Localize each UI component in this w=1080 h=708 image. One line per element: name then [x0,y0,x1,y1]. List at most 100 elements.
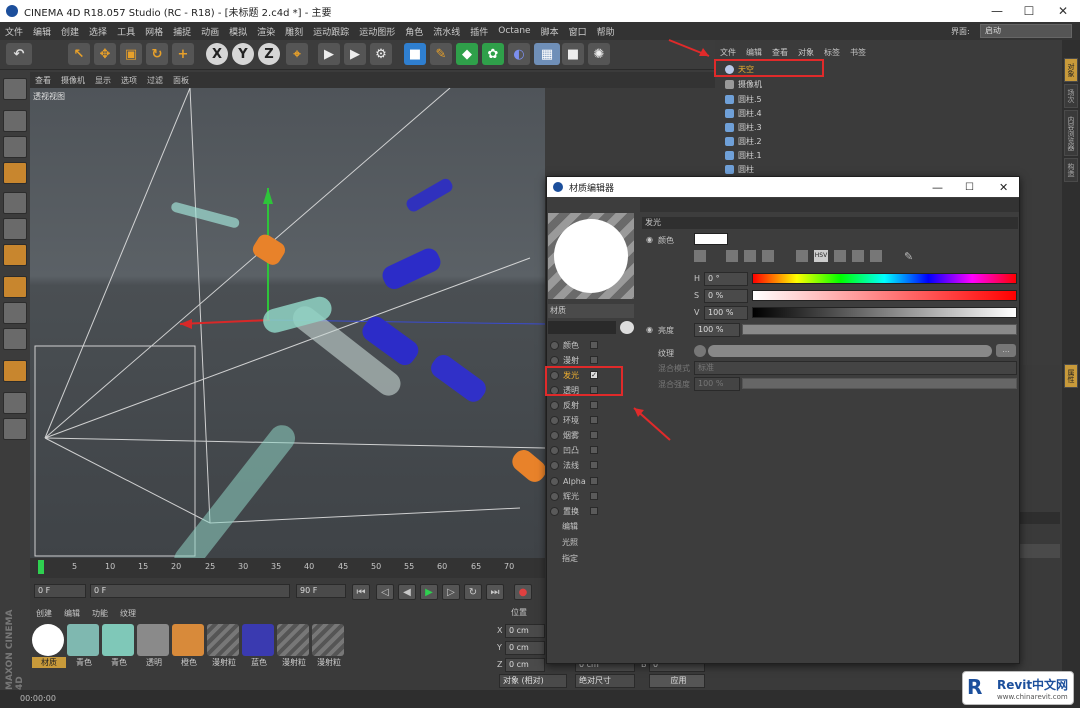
saturation-slider[interactable] [752,290,1017,301]
channel-fog[interactable]: 烟雾 [548,428,638,442]
obj-menu-view[interactable]: 查看 [767,47,793,58]
vp-menu-options[interactable]: 选项 [116,75,142,86]
menu-sculpt[interactable]: 雕刻 [280,25,308,38]
object-row-camera[interactable]: 摄像机 [725,78,805,91]
h-field[interactable]: 0 ° [704,272,748,286]
menu-tools[interactable]: 工具 [112,25,140,38]
vp-menu-display[interactable]: 显示 [90,75,116,86]
rotate-icon[interactable]: ↻ [146,43,168,65]
brightness-field[interactable]: 100 % [694,323,740,337]
channel-assign[interactable]: 指定 [548,551,638,565]
blend-strength-slider[interactable] [742,378,1017,389]
channel-bump[interactable]: 凹凸 [548,443,638,457]
subdivision-icon[interactable]: ◆ [456,43,478,65]
tab-content-browser[interactable]: 内容浏览器 [1064,110,1078,156]
apply-button[interactable]: 应用 [649,674,705,688]
color-picker-icon[interactable] [694,250,706,262]
tab-structure[interactable]: 构造 [1064,158,1078,182]
menu-mograph[interactable]: 运动图形 [354,25,400,38]
pick-icon[interactable] [620,321,634,334]
mixer-icon[interactable] [852,250,864,262]
timeline-ruler[interactable]: 5 10 15 20 25 30 35 40 45 50 55 60 65 70 [30,558,545,578]
pen-icon[interactable]: ✎ [430,43,452,65]
cube-icon[interactable]: ■ [404,43,426,65]
model-mode-icon[interactable] [3,110,27,132]
channel-color[interactable]: 颜色 [548,338,638,352]
color-swatch[interactable] [694,233,728,245]
coord-z-field[interactable]: 0 cm [505,658,545,672]
perspective-viewport[interactable]: 透视视图 [30,88,545,558]
coord-y-field[interactable]: 0 cm [505,641,545,655]
obj-menu-objects[interactable]: 对象 [793,47,819,58]
value-slider[interactable] [752,307,1017,318]
channel-alpha[interactable]: Alpha [548,474,638,488]
channel-normal[interactable]: 法线 [548,458,638,472]
material-swatch[interactable]: 橙色 [172,624,206,668]
make-editable-icon[interactable] [3,78,27,100]
maximize-button[interactable]: ☐ [1012,0,1046,22]
material-name-input[interactable] [548,321,616,334]
play-icon[interactable]: ▶ [420,584,438,600]
menu-simulate[interactable]: 模拟 [224,25,252,38]
mat-menu-edit[interactable]: 编辑 [58,608,86,619]
obj-menu-bookmarks[interactable]: 书签 [845,47,871,58]
mat-menu-texture[interactable]: 纹理 [114,608,142,619]
channel-glow[interactable]: 辉光 [548,489,638,503]
record-icon[interactable]: ● [514,584,532,600]
next-key-icon[interactable]: ↻ [464,584,482,600]
magnet-icon[interactable] [3,360,27,382]
undo-icon[interactable]: ↶ [6,43,32,65]
render-picture-icon[interactable]: ▶ [344,43,366,65]
brightness-slider[interactable] [742,324,1017,335]
lock-workplane-icon[interactable] [3,392,27,414]
swatches-icon[interactable] [870,250,882,262]
tab-takes[interactable]: 场次 [1064,84,1078,108]
x-axis-button[interactable]: X [206,43,228,65]
scale-icon[interactable]: ▣ [120,43,142,65]
object-row-cylinder-3[interactable]: 圆柱.3 [725,121,805,134]
end-frame-field[interactable]: 90 F [296,584,346,598]
menu-help[interactable]: 帮助 [592,25,620,38]
eyedropper-icon[interactable]: ✎ [904,250,916,263]
color-wheel-icon[interactable] [726,250,738,262]
floor-icon[interactable]: ▦ [534,43,560,65]
coord-mode-select[interactable]: 对象 (相对) [499,674,567,688]
texture-browse-button[interactable]: ... [996,344,1016,357]
start-frame-field[interactable]: 0 F [34,584,86,598]
vp-menu-filter[interactable]: 过滤 [142,75,168,86]
v-field[interactable]: 100 % [704,306,748,320]
object-row-cylinder[interactable]: 圆柱 [725,163,805,176]
menu-animate[interactable]: 动画 [196,25,224,38]
tab-objects[interactable]: 对象 [1064,58,1078,82]
menu-snap[interactable]: 捕捉 [168,25,196,38]
goto-start-icon[interactable]: ⏮ [352,584,370,600]
polygons-mode-icon[interactable] [3,244,27,266]
channel-displacement[interactable]: 置换 [548,504,638,518]
vp-menu-camera[interactable]: 摄像机 [56,75,90,86]
menu-octane[interactable]: Octane [493,26,535,36]
material-name-field[interactable]: 材质 [548,304,634,318]
editor-close-button[interactable]: ✕ [999,181,1008,194]
render-settings-icon[interactable]: ⚙ [370,43,392,65]
vp-menu-panel[interactable]: 面板 [168,75,194,86]
tab-attributes[interactable]: 属性 [1064,364,1078,388]
channel-environment[interactable]: 环境 [548,413,638,427]
array-icon[interactable]: ✿ [482,43,504,65]
menu-file[interactable]: 文件 [0,25,28,38]
menu-character[interactable]: 角色 [400,25,428,38]
texture-field[interactable] [708,345,992,357]
coord-size-select[interactable]: 绝对尺寸 [575,674,635,688]
axis-mode-icon[interactable] [3,276,27,298]
texture-arrow-icon[interactable] [694,345,706,357]
kelvin-icon[interactable] [834,250,846,262]
prev-frame-icon[interactable]: ◀ [398,584,416,600]
material-swatch[interactable]: 材质 [32,624,66,668]
mat-menu-function[interactable]: 功能 [86,608,114,619]
menu-edit[interactable]: 编辑 [28,25,56,38]
goto-end-icon[interactable]: ⏭ [486,584,504,600]
add-icon[interactable]: + [172,43,194,65]
channel-editor[interactable]: 编辑 [548,519,638,533]
attr-dropdown[interactable] [1020,544,1060,558]
material-swatch[interactable]: 漫射粒 [312,624,346,668]
obj-menu-edit[interactable]: 编辑 [741,47,767,58]
